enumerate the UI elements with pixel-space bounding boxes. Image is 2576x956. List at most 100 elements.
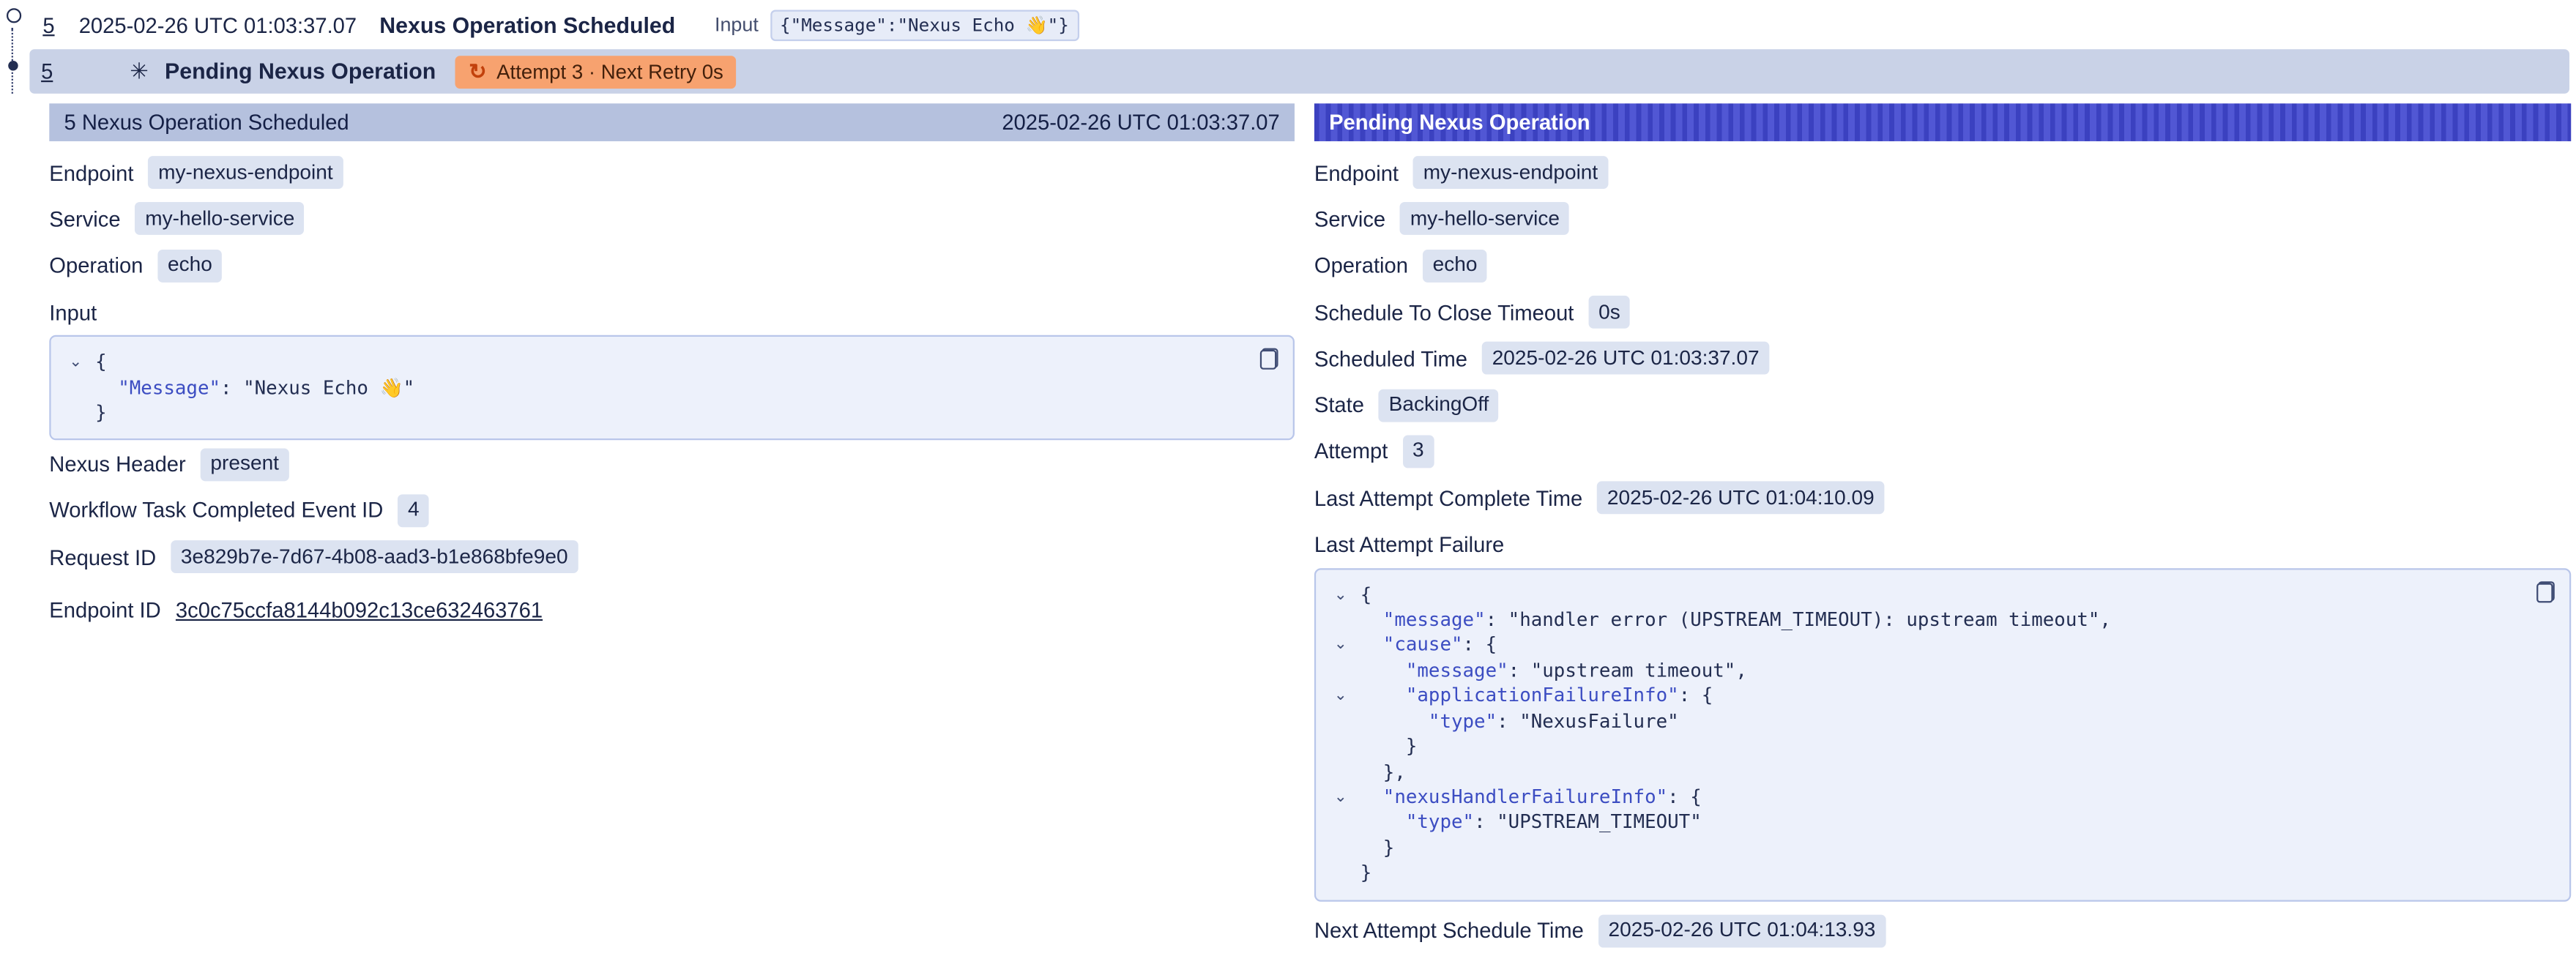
scheduled-event-panel: 5 Nexus Operation Scheduled 2025-02-26 U… [49,103,1295,633]
event-row-scheduled[interactable]: 5 2025-02-26 UTC 01:03:37.07 Nexus Opera… [0,0,2576,49]
collapse-caret-icon[interactable]: ⌄ [1334,684,1347,709]
event-name: Nexus Operation Scheduled [379,12,715,37]
field-label: Nexus Header [49,452,185,477]
json-line: ⌄ "message": "handler error (UPSTREAM_TI… [1360,608,2514,633]
json-line: ⌄{ [1360,583,2514,608]
event-row-pending[interactable]: 5 ✳ Pending Nexus Operation ↻ Attempt 3 … [29,49,2569,94]
field-endpoint: Endpoint my-nexus-endpoint [49,149,1295,195]
field-label: Service [1314,207,1385,232]
copy-icon [2536,580,2555,602]
collapse-caret-icon[interactable]: ⌄ [1334,583,1347,608]
field-label: Input [49,300,97,325]
copy-button[interactable] [2536,580,2555,602]
json-text [1360,785,1383,807]
field-label: Operation [49,253,143,278]
json-text [1360,684,1406,706]
field-label: Endpoint [1314,160,1399,185]
json-key: "cause" [1383,633,1463,656]
json-key: "message" [1383,608,1486,630]
collapse-caret-icon[interactable]: ⌄ [69,350,82,376]
input-preview-chip: {"Message":"Nexus Echo 👋"} [770,9,1079,40]
field-service: Service my-hello-service [1314,196,2571,242]
field-label: Endpoint [49,160,133,185]
json-line: ⌄ "type": "UPSTREAM_TIMEOUT" [1360,810,2514,836]
event-timestamp: 2025-02-26 UTC 01:03:37.07 [79,12,380,37]
endpoint-id-link[interactable]: 3c0c75ccfa8144b092c13ce632463761 [176,598,543,623]
field-workflow-task-completed-event-id: Workflow Task Completed Event ID 4 [49,488,1295,534]
field-label: Request ID [49,545,156,570]
field-label: Service [49,207,120,232]
json-line: ⌄ "type": "NexusFailure" [1360,709,2514,735]
field-label: Last Attempt Failure [1314,532,1504,557]
json-line: ⌄} [1360,861,2514,886]
field-last-attempt-complete-time: Last Attempt Complete Time 2025-02-26 UT… [1314,475,2571,521]
json-line: ⌄} [95,400,1237,426]
field-value-badge: present [201,447,289,480]
field-next-attempt-schedule-time: Next Attempt Schedule Time 2025-02-26 UT… [1314,908,2571,954]
field-label: Attempt [1314,439,1388,464]
json-text: } [1360,734,1418,757]
field-value-badge: BackingOff [1379,389,1499,422]
panel-timestamp: 2025-02-26 UTC 01:03:37.07 [1002,110,1279,135]
panel-fields: Endpoint my-nexus-endpoint Service my-he… [49,141,1295,633]
event-input-label: Input [715,13,759,36]
json-line: ⌄ "message": "upstream timeout", [1360,658,2514,684]
json-text: : "Nexus Echo 👋" [220,376,414,398]
json-line: ⌄ }, [1360,760,2514,785]
field-operation: Operation echo [1314,242,2571,288]
field-label: Operation [1314,253,1408,278]
field-endpoint: Endpoint my-nexus-endpoint [1314,149,2571,195]
json-line: ⌄ "Message": "Nexus Echo 👋" [95,376,1237,401]
pending-event-name: Pending Nexus Operation [165,59,436,84]
pending-asterisk-icon: ✳ [130,59,148,85]
json-key: "type" [1406,810,1474,833]
field-label: Next Attempt Schedule Time [1314,919,1584,944]
timeline-event-marker-icon [7,8,21,23]
field-value-badge: 2025-02-26 UTC 01:04:13.93 [1598,914,1886,947]
json-line: ⌄ "applicationFailureInfo": { [1360,684,2514,709]
field-label: Last Attempt Complete Time [1314,485,1582,510]
event-id-link[interactable]: 5 [41,59,53,84]
failure-json-block: ⌄{ ⌄ "message": "handler error (UPSTREAM… [1314,568,2571,901]
field-label: Schedule To Close Timeout [1314,300,1574,325]
collapse-caret-icon[interactable]: ⌄ [1334,633,1347,659]
json-text [1360,709,1429,732]
panel-title: 5 Nexus Operation Scheduled [64,110,349,135]
collapse-caret-icon[interactable]: ⌄ [1334,785,1347,810]
json-text [1360,810,1406,833]
refresh-icon: ↻ [469,59,486,85]
field-value-badge: 2025-02-26 UTC 01:03:37.07 [1482,342,1769,375]
field-value-badge: echo [1423,249,1487,282]
field-attempt: Attempt 3 [1314,428,2571,474]
field-endpoint-id: Endpoint ID 3c0c75ccfa8144b092c13ce63246… [49,587,1295,633]
json-line: ⌄{ [95,350,1237,376]
copy-button[interactable] [1260,348,1278,370]
json-key: "message" [1406,658,1508,681]
json-text: : "UPSTREAM_TIMEOUT" [1474,810,1702,833]
json-text [95,376,118,398]
retry-status-badge: ↻ Attempt 3 · Next Retry 0s [455,55,737,88]
field-value-badge: my-hello-service [1400,203,1569,236]
input-block-label-row: Input [49,289,1295,335]
field-request-id: Request ID 3e829b7e-7d67-4b08-aad3-b1e86… [49,534,1295,580]
event-id-link[interactable]: 5 [42,12,54,37]
event-timeline [0,0,29,99]
json-key: "nexusHandlerFailureInfo" [1383,785,1667,807]
input-json-block: ⌄{ ⌄ "Message": "Nexus Echo 👋" ⌄} [49,335,1295,441]
field-service: Service my-hello-service [49,196,1295,242]
field-nexus-header: Nexus Header present [49,441,1295,487]
json-key: "applicationFailureInfo" [1406,684,1679,706]
json-text: : "NexusFailure" [1497,709,1679,732]
json-text: } [1360,861,1372,884]
field-state: State BackingOff [1314,382,2571,428]
event-details: 5 Nexus Operation Scheduled 2025-02-26 U… [0,103,2576,954]
field-label: State [1314,393,1364,418]
json-text [1360,633,1383,656]
json-text: } [1360,835,1395,858]
failure-block-label-row: Last Attempt Failure [1314,521,2571,567]
json-line: ⌄ } [1360,835,2514,861]
json-text: : "upstream timeout", [1508,658,1747,681]
json-line: ⌄ "cause": { [1360,633,2514,659]
json-text: } [95,400,107,423]
field-label: Scheduled Time [1314,346,1467,371]
